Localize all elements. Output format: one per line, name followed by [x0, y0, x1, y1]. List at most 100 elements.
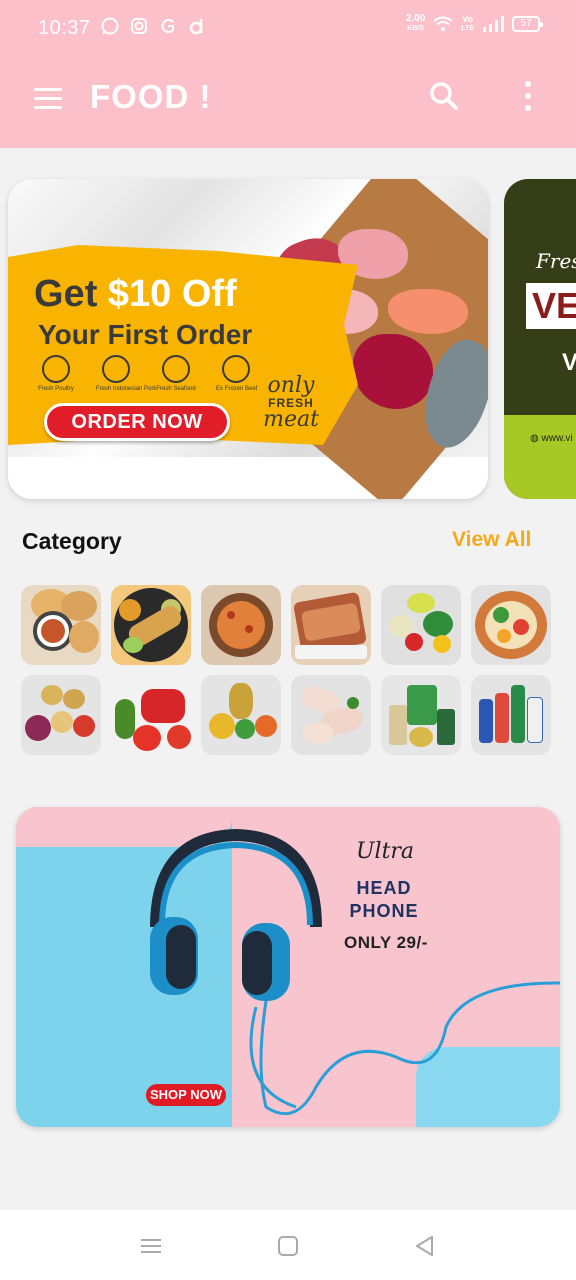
food-image	[25, 715, 51, 741]
headphone-promo-banner[interactable]: Ultra HEAD PHONE ONLY 29/- SHOP NOW	[16, 807, 560, 1127]
category-tile[interactable]	[111, 675, 191, 755]
category-tile[interactable]	[201, 585, 281, 665]
food-image	[133, 725, 161, 751]
category-tile[interactable]	[381, 675, 461, 755]
banner-category-icons: Fresh Poultry Fresh Indonesian Pork Fres…	[36, 355, 257, 392]
food-image	[409, 727, 433, 747]
net-speed: 2.00 KB/S	[406, 14, 425, 34]
banner-big-text: VEG	[526, 283, 576, 329]
food-image	[497, 629, 511, 643]
food-image	[69, 621, 99, 653]
signal-icon	[483, 16, 504, 32]
banner-script-text: Fres	[536, 249, 576, 273]
category-tile[interactable]	[471, 675, 551, 755]
banner-url-text: www.vi	[541, 433, 573, 444]
wifi-icon	[433, 16, 453, 31]
status-time: 10:37	[38, 17, 91, 39]
food-image	[437, 709, 455, 745]
home-icon[interactable]	[274, 1232, 302, 1260]
shop-now-button[interactable]: SHOP NOW	[146, 1084, 226, 1106]
app-bar: FOOD !	[0, 56, 576, 148]
more-options-button[interactable]	[510, 76, 546, 116]
instagram-icon	[131, 18, 147, 34]
notification-icons	[100, 16, 207, 36]
system-nav-bar	[0, 1210, 576, 1280]
food-image	[229, 683, 253, 719]
food-image	[115, 699, 135, 739]
food-image	[73, 715, 95, 737]
food-image	[209, 713, 235, 739]
promo-title-line2: PHONE	[349, 901, 419, 921]
headphone-image	[150, 828, 560, 1116]
promo-banner-main[interactable]: Get $10 Off Your First Order Fresh Poult…	[8, 179, 488, 499]
menu-button[interactable]	[28, 78, 68, 118]
pork-badge: Fresh Indonesian Pork	[96, 355, 157, 392]
food-image	[41, 619, 65, 643]
banner-green-strip	[504, 415, 576, 499]
badge-label: Fresh Poultry	[38, 386, 74, 392]
food-image	[527, 697, 543, 743]
chicken-icon	[42, 355, 70, 383]
category-tile[interactable]	[21, 585, 101, 665]
food-image	[513, 619, 529, 635]
d-app-icon	[189, 19, 203, 35]
food-image	[217, 601, 265, 649]
tag-line1: only	[267, 373, 315, 398]
app-title: FOOD !	[90, 78, 212, 115]
food-image	[407, 593, 435, 613]
food-image	[227, 611, 235, 619]
category-tile[interactable]	[21, 675, 101, 755]
poultry-badge: Fresh Poultry	[36, 355, 76, 392]
search-icon	[430, 82, 458, 110]
whatsapp-icon	[101, 17, 119, 35]
category-tile[interactable]	[201, 675, 281, 755]
search-button[interactable]	[424, 76, 464, 116]
food-image	[245, 625, 253, 633]
food-image	[303, 723, 333, 743]
badge-label: Fresh Indonesian Pork	[96, 386, 157, 392]
promo-title-line1: HEAD	[356, 878, 412, 898]
promo-script-text: Ultra	[356, 839, 415, 864]
seafood-badge: Fresh Seafood	[156, 355, 196, 392]
view-all-link[interactable]: View All	[452, 528, 531, 552]
category-heading: Category	[22, 528, 122, 554]
category-tile[interactable]	[471, 585, 551, 665]
fresh-meat-tag: only FRESH meat	[244, 375, 338, 431]
promo-banner-next[interactable]: Fres VEG V ◍ www.vi	[504, 179, 576, 499]
food-image	[407, 685, 437, 725]
menu-icon-line	[34, 105, 62, 109]
promo-title: HEAD PHONE	[334, 877, 434, 923]
status-right: 2.00 KB/S Vo LTE 57	[406, 14, 543, 34]
category-tile[interactable]	[381, 585, 461, 665]
banner-url: ◍ www.vi	[530, 433, 573, 444]
google-icon	[161, 19, 174, 33]
badge-label: Fresh Seafood	[156, 386, 196, 392]
category-grid	[21, 585, 551, 755]
food-image	[389, 705, 407, 745]
status-bar: 10:37 2.00 KB/S Vo LTE 57	[0, 0, 576, 56]
more-icon-dot	[525, 105, 531, 111]
category-tile[interactable]	[291, 675, 371, 755]
food-image	[235, 719, 255, 739]
banner-headline: Get $10 Off	[34, 273, 237, 316]
category-tile[interactable]	[111, 585, 191, 665]
food-image	[295, 645, 367, 659]
pig-icon	[102, 355, 130, 383]
volte-bottom: LTE	[461, 25, 474, 32]
order-now-button[interactable]: ORDER NOW	[44, 403, 230, 441]
back-icon[interactable]	[411, 1232, 439, 1260]
food-image	[493, 607, 509, 623]
food-image	[141, 689, 185, 723]
food-image	[511, 685, 525, 743]
headline-amount: $10 Off	[107, 273, 237, 315]
category-tile[interactable]	[291, 585, 371, 665]
food-image	[41, 685, 63, 705]
food-image	[167, 725, 191, 749]
top-bar: 10:37 2.00 KB/S Vo LTE 57 FOOD !	[0, 0, 576, 148]
food-image	[485, 601, 537, 649]
recent-apps-icon[interactable]	[137, 1232, 165, 1260]
volte-top: Vo	[462, 14, 474, 24]
food-image	[423, 611, 453, 637]
food-image	[119, 599, 141, 621]
banner-letter: V	[562, 349, 576, 376]
